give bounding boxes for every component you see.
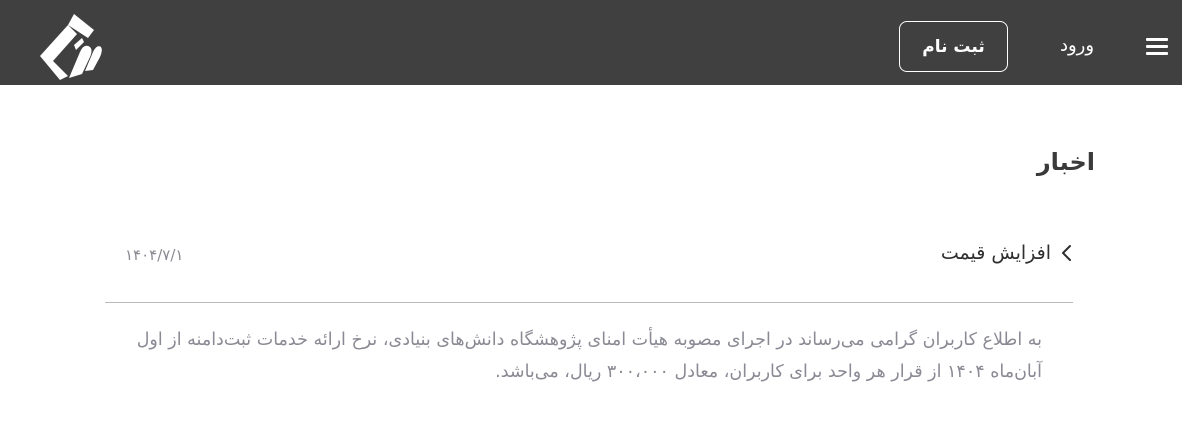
news-item-header[interactable]: افزایش قیمت ۱۴۰۴/۷/۱ [105, 232, 1073, 303]
news-body: به اطلاع کاربران گرامی می‌رساند در اجرای… [136, 330, 1042, 382]
page-title: اخبار [1036, 148, 1095, 176]
hamburger-menu-icon[interactable] [1143, 34, 1171, 58]
news-date: ۱۴۰۴/۷/۱ [125, 246, 184, 264]
login-link[interactable]: ورود [1044, 30, 1110, 60]
chevron-left-icon [1060, 243, 1074, 263]
register-button[interactable]: ثبت نام [899, 21, 1008, 72]
news-title: افزایش قیمت [940, 242, 1051, 264]
top-navbar: ثبت نام ورود [0, 0, 1182, 85]
site-logo-icon[interactable] [38, 12, 104, 80]
